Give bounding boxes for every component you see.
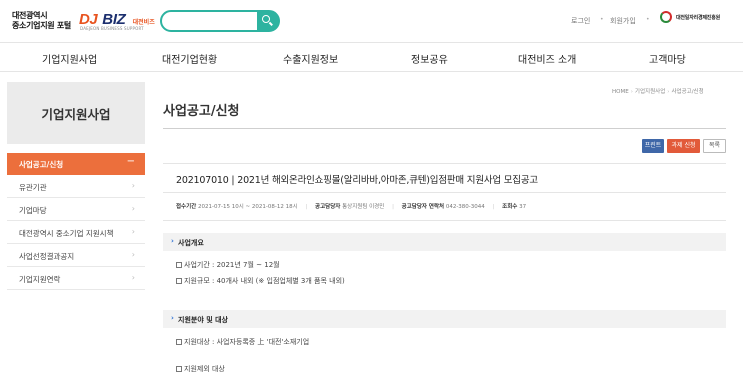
org-logo-ring bbox=[660, 11, 672, 23]
logo-line2: 중소기업지원 포털 bbox=[12, 21, 71, 30]
meta-separator: | bbox=[392, 204, 394, 210]
bullet-text: 지원대상 : 사업자등록증 上 '대전'소재기업 bbox=[184, 338, 310, 346]
period-label: 접수기간 bbox=[176, 204, 197, 210]
search-box bbox=[160, 10, 280, 32]
breadcrumb: HOME › 기업지원사업 › 사업공고/신청 bbox=[612, 87, 704, 95]
main-navigation: 기업지원사업 대전기업현황 수출지원정보 정보공유 대전비즈 소개 고객마당 bbox=[0, 42, 743, 72]
manager-value: 통상지원팀 이경민 bbox=[342, 204, 385, 210]
gnb-item-business-support[interactable]: 기업지원사업 bbox=[42, 51, 97, 66]
top-header: 대전광역시 중소기업지원 포털 DJ BIZ 대전비즈 DAEJEON BUSI… bbox=[0, 0, 743, 42]
bullet-item: 지원제외 대상 bbox=[176, 364, 225, 374]
post-divider bbox=[163, 163, 726, 164]
sidebar-item-bizinfo[interactable]: 기업마당 › bbox=[7, 199, 145, 221]
views-value: 37 bbox=[519, 204, 527, 210]
sidebar-item-label: 유관기관 bbox=[19, 183, 47, 192]
contact-label: 공고담당자 연락처 bbox=[401, 204, 445, 210]
gnb-item-customer[interactable]: 고객마당 bbox=[649, 51, 686, 66]
chevron-right-icon: › bbox=[131, 250, 135, 259]
sidebar-item-label: 대전광역시 중소기업 지원시책 bbox=[19, 229, 114, 238]
bullet-text: 사업기간 : 2021년 7월 ~ 12월 bbox=[184, 261, 280, 269]
sidebar-item-label: 기업마당 bbox=[19, 206, 47, 215]
page-title: 사업공고/신청 bbox=[163, 104, 240, 119]
bullet-text: 지원제외 대상 bbox=[184, 365, 225, 373]
search-button[interactable] bbox=[257, 11, 279, 31]
bullet-item: 지원규모 : 40개사 내외 (※ 입점업체별 3개 품목 내외) bbox=[176, 276, 345, 286]
manager-label: 공고담당자 bbox=[315, 204, 341, 210]
section-arrow-icon: › bbox=[171, 237, 174, 245]
period-value: 2021-07-15 10시 ~ 2021-08-12 18시 bbox=[198, 204, 298, 210]
meta-divider bbox=[163, 192, 726, 193]
contact-value: 042-380-3044 bbox=[445, 204, 485, 210]
sidebar-item-contact[interactable]: 기업지원연락 › bbox=[7, 268, 145, 290]
join-link[interactable]: 회원가입 bbox=[610, 16, 636, 26]
apply-button[interactable]: 과제 신청 bbox=[667, 139, 700, 153]
bullet-item: 사업기간 : 2021년 7월 ~ 12월 bbox=[176, 260, 280, 270]
post-title: 202107010 | 2021년 해외온라인쇼핑몰(알리바바,아마존,큐텐)입… bbox=[176, 175, 538, 186]
bullet-item: 지원대상 : 사업자등록증 上 '대전'소재기업 bbox=[176, 337, 309, 347]
meta-separator: | bbox=[305, 204, 308, 210]
breadcrumb-separator: › bbox=[630, 89, 633, 95]
sidebar-item-city-policy[interactable]: 대전광역시 중소기업 지원시책 › bbox=[7, 222, 145, 244]
chevron-right-icon: › bbox=[131, 181, 135, 190]
meta-separator: | bbox=[492, 204, 495, 210]
title-divider bbox=[163, 128, 726, 129]
breadcrumb-home[interactable]: HOME bbox=[612, 89, 629, 95]
util-separator: • bbox=[646, 16, 650, 23]
sidebar-item-label: 사업선정결과공지 bbox=[19, 252, 75, 261]
chevron-right-icon: › bbox=[131, 227, 135, 236]
gnb-item-about[interactable]: 대전비즈 소개 bbox=[518, 51, 576, 66]
minus-icon: − bbox=[126, 156, 135, 167]
section-title: 사업개요 bbox=[178, 238, 204, 247]
section-arrow-icon: › bbox=[171, 314, 174, 322]
portal-logo-text[interactable]: 대전광역시 중소기업지원 포털 bbox=[12, 11, 71, 31]
meta-divider bbox=[163, 220, 726, 221]
breadcrumb-level1[interactable]: 기업지원사업 bbox=[635, 89, 665, 95]
checkbox-square-icon bbox=[176, 365, 182, 372]
breadcrumb-level2[interactable]: 사업공고/신청 bbox=[671, 89, 703, 95]
checkbox-square-icon bbox=[176, 261, 182, 268]
chevron-right-icon: › bbox=[131, 204, 135, 213]
sidebar-item-related-org[interactable]: 유관기관 › bbox=[7, 176, 145, 198]
gnb-item-company-status[interactable]: 대전기업현황 bbox=[162, 51, 217, 66]
breadcrumb-separator: › bbox=[667, 89, 670, 95]
chevron-right-icon: › bbox=[131, 273, 135, 282]
logo-kr: 대전비즈 bbox=[132, 19, 155, 26]
sidebar-item-label: 기업지원연락 bbox=[19, 275, 61, 284]
sidebar-item-label: 사업공고/신청 bbox=[19, 160, 64, 169]
post-meta: 접수기간 2021-07-15 10시 ~ 2021-08-12 18시 | 공… bbox=[176, 202, 526, 210]
org-name[interactable]: 대전일자리경제진흥원 bbox=[676, 14, 720, 21]
list-button[interactable]: 목록 bbox=[703, 139, 726, 153]
gnb-item-info-share[interactable]: 정보공유 bbox=[411, 51, 448, 66]
sidebar-item-selection-results[interactable]: 사업선정결과공지 › bbox=[7, 245, 145, 267]
bullet-text: 지원규모 : 40개사 내외 (※ 입점업체별 3개 품목 내외) bbox=[184, 277, 345, 285]
checkbox-square-icon bbox=[176, 277, 182, 284]
print-button[interactable]: 프린트 bbox=[642, 139, 664, 153]
search-input[interactable] bbox=[168, 14, 258, 28]
search-icon-handle bbox=[269, 21, 273, 26]
sidebar-title: 기업지원사업 bbox=[41, 107, 111, 122]
login-link[interactable]: 로그인 bbox=[571, 16, 590, 26]
section-title: 지원분야 및 대상 bbox=[178, 315, 228, 324]
util-separator: • bbox=[600, 16, 604, 23]
checkbox-square-icon bbox=[176, 338, 182, 345]
section-header-eligibility: › 지원분야 및 대상 bbox=[163, 310, 726, 328]
logo-line1: 대전광역시 bbox=[12, 11, 48, 20]
logo-subtitle: DAEJEON BUSINESS SUPPORT bbox=[80, 26, 144, 31]
sidebar-item-announcement[interactable]: 사업공고/신청 − bbox=[7, 153, 145, 175]
sidebar-header: 기업지원사업 bbox=[7, 82, 145, 144]
org-logo-icon[interactable] bbox=[660, 11, 672, 23]
views-label: 조회수 bbox=[502, 204, 518, 210]
gnb-item-export-info[interactable]: 수출지원정보 bbox=[283, 51, 338, 66]
section-header-overview: › 사업개요 bbox=[163, 233, 726, 251]
